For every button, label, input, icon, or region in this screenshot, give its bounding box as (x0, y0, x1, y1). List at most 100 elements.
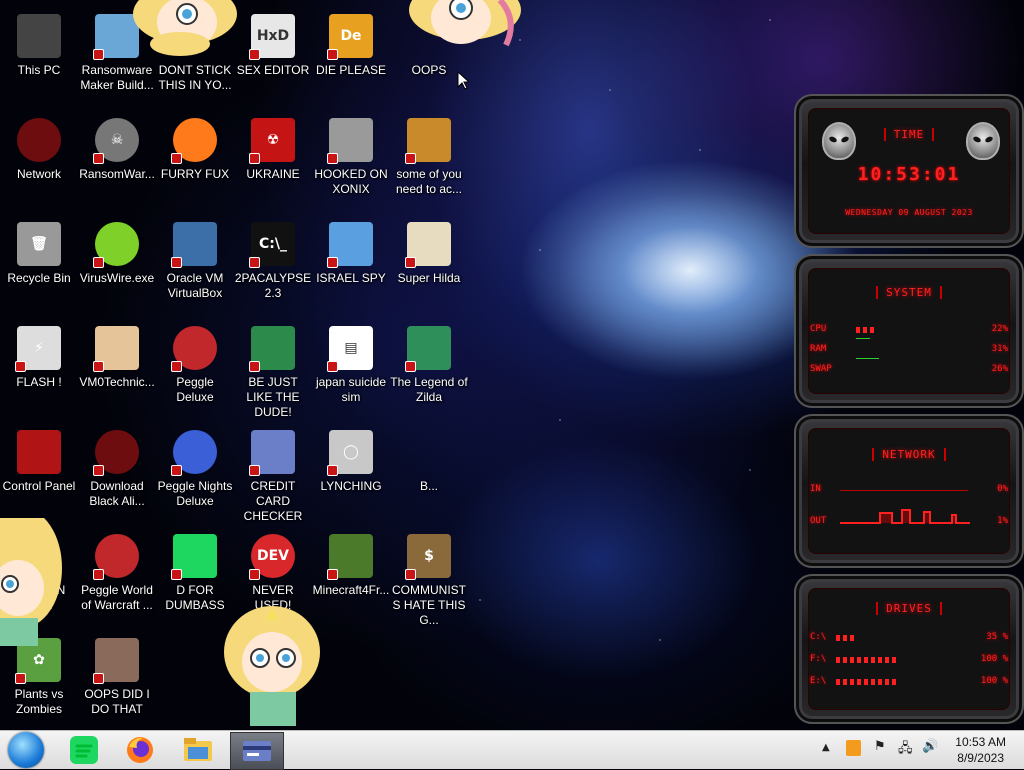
shortcut-arrow-icon (93, 361, 104, 372)
net-out-row: OUT 1% (810, 509, 1008, 530)
cpu-row: CPU 22% (810, 324, 1008, 338)
desktop-icon-this-pc[interactable]: This PC (0, 8, 78, 108)
desktop-icon-label: SEX EDITOR (236, 63, 310, 77)
desktop-icon-lynching[interactable]: ◯ LYNCHING (312, 424, 390, 524)
desktop-icon-oops-did-i-do-that[interactable]: OOPS DID I DO THAT (78, 632, 156, 730)
drive-usage-bar (836, 679, 896, 685)
desktop-icon-flash[interactable]: ⚡ FLASH ! (0, 320, 78, 420)
shortcut-arrow-icon (249, 153, 260, 164)
drives-title: DRIVES (796, 602, 1022, 615)
desktop-icon-hooked-on-xonix[interactable]: HOOKED ON XONIX (312, 112, 390, 212)
desktop-icon-some-of-you-need-to-ac[interactable]: some of you need to ac... (390, 112, 468, 212)
desktop-icon-label: DONT STICK THIS IN YO... (158, 63, 232, 92)
desktop-icon-ukraine[interactable]: ☢ UKRAINE (234, 112, 312, 212)
mouse-cursor (457, 71, 469, 90)
shortcut-arrow-icon (249, 361, 260, 372)
drive-value: 100 % (980, 676, 1008, 686)
ram-row: RAM 31% (810, 338, 1008, 358)
desktop-icon-the-legend-of-zilda[interactable]: The Legend of Zilda (390, 320, 468, 420)
taskbar-file-explorer[interactable] (172, 732, 224, 768)
hxd-icon: HxD (249, 14, 295, 60)
desktop-icon-label: japan suicide sim (315, 375, 387, 404)
desktop-icon-peggle-world-of-warcraft[interactable]: Peggle World of Warcraft ... (78, 528, 156, 628)
credit-card-icon (249, 430, 295, 476)
desktop-icon-israel-spy[interactable]: ISRAEL SPY (312, 216, 390, 316)
desktop-icon-label: OOPS DID I DO THAT (84, 687, 150, 716)
taskbar-firefox[interactable] (114, 732, 166, 768)
desktop-icon-label: Download Black Ali... (89, 479, 145, 508)
shortcut-arrow-icon (327, 465, 338, 476)
doctor-icon (93, 326, 139, 372)
gadget-date: WEDNESDAY 09 AUGUST 2023 (845, 208, 973, 217)
desktop-icon-super-hilda[interactable]: Super Hilda (390, 216, 468, 316)
system-title: SYSTEM (796, 286, 1022, 299)
time-title: TIME (796, 128, 1022, 141)
show-hidden-icon[interactable]: ▲ (822, 742, 830, 753)
shortcut-arrow-icon (249, 49, 260, 60)
desktop-icon-japan-suicide-sim[interactable]: ▤ japan suicide sim (312, 320, 390, 420)
desktop-icon-be-just-like-the-dude[interactable]: BE JUST LIKE THE DUDE! (234, 320, 312, 420)
net-in-graph (840, 490, 968, 491)
desktop-icon-credit-card-checker[interactable]: CREDIT CARD CHECKER (234, 424, 312, 524)
minecraft-icon (327, 534, 373, 580)
drive-row: E:\ 100 % (810, 676, 1008, 690)
alien-globe-icon (17, 118, 61, 162)
trash-can-icon: 🗑 (17, 222, 61, 266)
desktop-icon-label: Control Panel (2, 479, 76, 493)
desktop-icon-label: HOOKED ON XONIX (314, 167, 388, 196)
terminal-icon: C:\_ (249, 222, 295, 268)
desktop-icon-vm0technic[interactable]: VM0Technic... (78, 320, 156, 420)
shortcut-arrow-icon (93, 49, 104, 60)
taskbar-clock[interactable]: 10:53 AM 8/9/2023 (955, 734, 1006, 766)
drive-usage-bar (836, 635, 857, 641)
desktop-icon-label: FURRY FUX (160, 167, 230, 181)
drive-label: E:\ (810, 676, 827, 686)
desktop-icon-peggle-deluxe[interactable]: Peggle Deluxe (156, 320, 234, 420)
firefox-icon (127, 737, 153, 763)
virtualbox-icon (171, 222, 217, 268)
system-panel: SYSTEM CPU 22% RAM 31% SWAP 26% (794, 254, 1024, 408)
desktop-icon-ransomwar[interactable]: ☠ RansomWar... (78, 112, 156, 212)
drive-value: 100 % (980, 654, 1008, 664)
shortcut-arrow-icon (249, 257, 260, 268)
app-icon[interactable] (846, 740, 861, 756)
desktop-icon-die-please[interactable]: De DIE PLEASE (312, 8, 390, 108)
pixel-hero-icon (405, 326, 451, 372)
shortcut-arrow-icon (327, 569, 338, 580)
desktop-icon-label: Peggle Nights Deluxe (157, 479, 233, 508)
volume-icon[interactable]: 🔊 (922, 739, 938, 754)
flag-icon[interactable]: ⚑ (874, 739, 886, 754)
credit-card-icon (243, 741, 271, 761)
net-in-value: 0% (997, 484, 1008, 494)
taskbar-spotify[interactable] (58, 732, 110, 768)
desktop-icon-viruswire-exe[interactable]: VirusWire.exe (78, 216, 156, 316)
desktop-icon-peggle-nights-deluxe[interactable]: Peggle Nights Deluxe (156, 424, 234, 524)
net-out-label: OUT (810, 516, 827, 526)
shortcut-arrow-icon (93, 465, 104, 476)
desktop-icon-label: COMMUNISTS HATE THIS G... (392, 583, 466, 627)
desktop-icon-communists-hate-this-g[interactable]: $ COMMUNISTS HATE THIS G... (390, 528, 468, 628)
desktop-icon-sex-editor[interactable]: HxD SEX EDITOR (234, 8, 312, 108)
desktop-icon-2pacalypse-2-3[interactable]: C:\_ 2PACALYPSE 2.3 (234, 216, 312, 316)
desktop-icon-network[interactable]: Network (0, 112, 78, 212)
desktop-icon-label: This PC (17, 63, 61, 77)
system-monitor-gadget[interactable]: TIME 10:53:01 WEDNESDAY 09 AUGUST 2023 S… (794, 94, 1024, 724)
desktop-icon-label: Oracle VM VirtualBox (166, 271, 224, 300)
cpu-label: CPU (810, 324, 827, 334)
desktop-icon-oracle-vm-virtualbox[interactable]: Oracle VM VirtualBox (156, 216, 234, 316)
network-icon[interactable]: 🖧 (898, 739, 913, 761)
shortcut-arrow-icon (327, 361, 338, 372)
shortcut-arrow-icon (171, 361, 182, 372)
desktop-icon-furry-fux[interactable]: FURRY FUX (156, 112, 234, 212)
shortcut-arrow-icon (171, 465, 182, 476)
desktop-icon-b[interactable]: B... (390, 424, 468, 524)
flash-icon: ⚡ (15, 326, 61, 372)
desktop-icon-recycle-bin[interactable]: 🗑 Recycle Bin (0, 216, 78, 316)
taskbar-credit-card-checker[interactable] (230, 732, 284, 770)
shortcut-arrow-icon (405, 153, 416, 164)
net-in-label: IN (810, 484, 821, 494)
peggle-nights-icon (171, 430, 217, 476)
start-button[interactable] (8, 732, 44, 768)
desktop-icon-download-black-ali[interactable]: Download Black Ali... (78, 424, 156, 524)
desktop-icon-control-panel[interactable]: Control Panel (0, 424, 78, 524)
